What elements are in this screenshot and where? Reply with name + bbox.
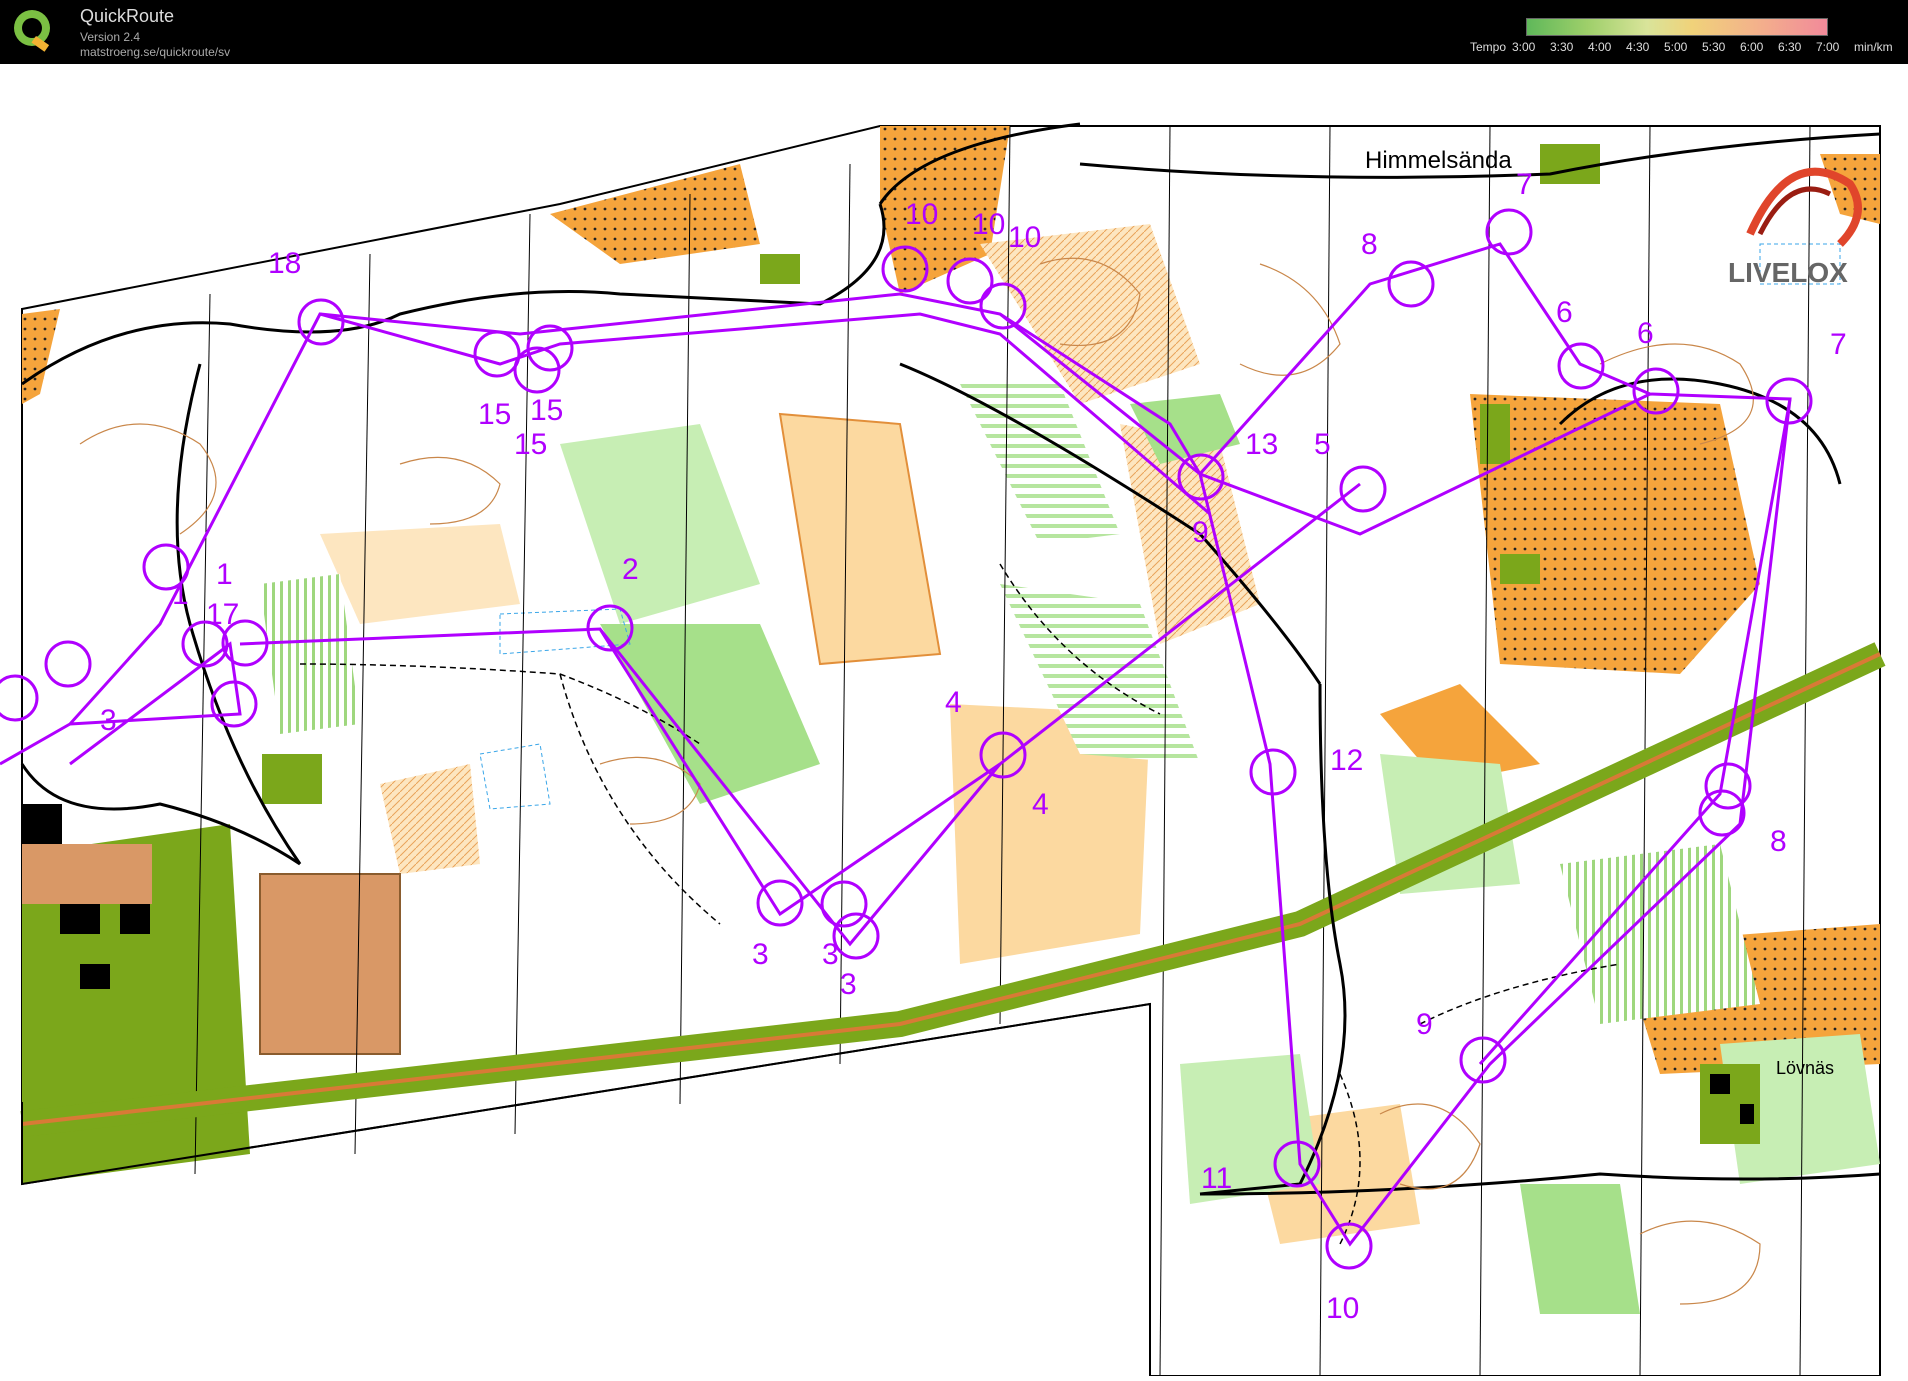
private-area [262, 754, 322, 804]
building [1740, 1104, 1754, 1124]
control-label: 6 [1556, 296, 1573, 329]
tempo-tick: 3:00 [1512, 40, 1536, 54]
control-label: 12 [1330, 744, 1363, 777]
control-label: 4 [1032, 788, 1049, 821]
control-label: 1 [172, 578, 189, 611]
forest-green [1520, 1184, 1640, 1314]
control-label: 4 [945, 686, 962, 719]
control-label: 10 [1326, 1292, 1359, 1325]
control-label: 17 [206, 598, 239, 631]
control-label: 3 [822, 938, 839, 971]
top-bar: QuickRoute Version 2.4 matstroeng.se/qui… [0, 0, 1908, 64]
building [80, 964, 110, 989]
control-label: 9 [1416, 1008, 1433, 1041]
private-area [1540, 144, 1600, 184]
control-label: 7 [1830, 328, 1847, 361]
tempo-unit: min/km [1854, 40, 1893, 54]
control-label: 15 [478, 398, 511, 431]
building [1710, 1074, 1730, 1094]
tempo-label: Tempo [1470, 40, 1507, 54]
control-label: 15 [514, 428, 547, 461]
tempo-tick: 4:00 [1588, 40, 1612, 54]
tempo-tick: 3:30 [1550, 40, 1574, 54]
control-label: 11 [1201, 1162, 1232, 1195]
control-label: 5 [1314, 428, 1331, 461]
control-label: 13 [1245, 428, 1278, 461]
sports-field [259, 873, 401, 1055]
control-label: 7 [1516, 168, 1533, 201]
control-label: 3 [752, 938, 769, 971]
tempo-tick: 7:00 [1816, 40, 1840, 54]
tempo-tick: 6:00 [1740, 40, 1764, 54]
private-area [1500, 554, 1540, 584]
tempo-tick: 5:00 [1664, 40, 1688, 54]
place-name-lovnas: Lövnäs [1776, 1058, 1834, 1078]
tempo-color-scale [1526, 18, 1828, 36]
control-label: 2 [622, 553, 639, 586]
control-label: 9 [1192, 516, 1209, 549]
tempo-legend: Tempo 3:00 3:30 4:00 4:30 5:00 5:30 6:00… [1470, 18, 1893, 62]
control-label: 3 [100, 704, 117, 737]
private-area [1480, 404, 1510, 464]
paved-area [22, 844, 152, 904]
tempo-ticks: Tempo 3:00 3:30 4:00 4:30 5:00 5:30 6:00… [1470, 40, 1893, 58]
private-area [760, 254, 800, 284]
app-version: Version 2.4 [80, 30, 141, 44]
control-label: 3 [840, 968, 857, 1001]
control-label: 8 [1770, 825, 1787, 858]
control-label: 10 [1008, 221, 1041, 254]
control-label: 1 [216, 558, 233, 591]
control-label: 15 [530, 394, 563, 427]
orienteering-map[interactable]: Himmelsända Lövnäs LIVELOX 1 1 17 18 2 3… [0, 64, 1908, 1377]
tempo-tick: 6:30 [1778, 40, 1802, 54]
quickroute-logo-icon [10, 6, 54, 54]
control-label: 10 [905, 198, 938, 231]
livelox-watermark: LIVELOX [1728, 257, 1848, 288]
app-url: matstroeng.se/quickroute/sv [80, 45, 231, 59]
tempo-tick: 4:30 [1626, 40, 1650, 54]
control-label: 6 [1637, 317, 1654, 350]
tempo-tick: 5:30 [1702, 40, 1726, 54]
control-label: 8 [1361, 228, 1378, 261]
app-title: QuickRoute [80, 6, 175, 26]
building [60, 904, 100, 934]
open-land [1470, 394, 1760, 674]
control-label: 18 [268, 247, 301, 280]
control-label: 10 [972, 208, 1005, 241]
place-name-himmelsanda: Himmelsända [1365, 147, 1512, 174]
